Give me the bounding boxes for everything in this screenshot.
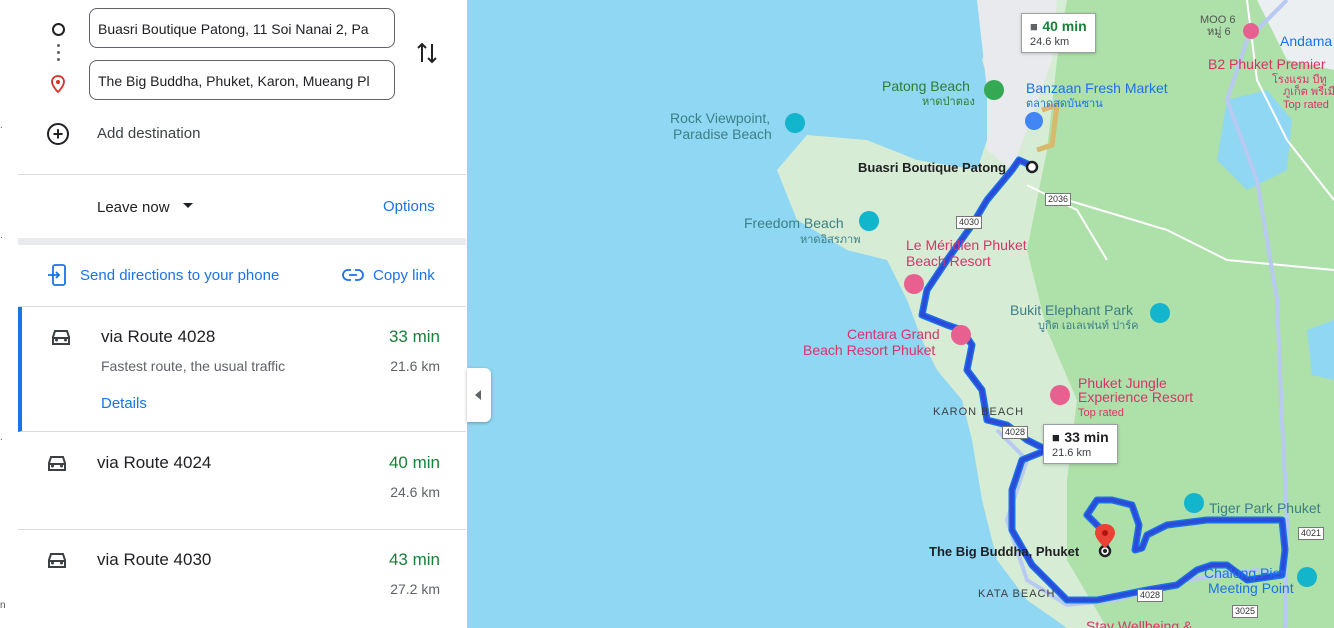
directions-panel: Buasri Boutique Patong, 11 Soi Nanai 2, … [18, 0, 466, 628]
car-icon [48, 456, 66, 471]
poi-label: หาดอิสรภาพ [800, 234, 861, 246]
route-description: Fastest route, the usual traffic [101, 358, 286, 374]
road-shield: 2036 [1045, 193, 1072, 206]
poi-label: Beach Resort [906, 253, 991, 269]
poi-label: B2 Phuket Premier [1208, 56, 1326, 72]
divider [18, 174, 466, 175]
add-destination-icon[interactable]: + [47, 123, 69, 145]
route-duration: 40 min [388, 453, 440, 472]
camera-poi-icon [859, 211, 879, 231]
add-destination-label[interactable]: Add destination [97, 125, 200, 142]
main-route-distance: 21.6 km [1052, 447, 1092, 459]
route-duration: 43 min [388, 550, 440, 569]
poi-label: Freedom Beach [744, 215, 844, 231]
car-icon [52, 330, 70, 345]
route-option[interactable]: via Route 4024 40 min 24.6 km [18, 433, 466, 530]
options-link[interactable]: Options [383, 198, 435, 215]
route-distance: 24.6 km [390, 484, 440, 500]
poi-label: Paradise Beach [673, 126, 772, 142]
swap-icon[interactable] [416, 40, 438, 66]
camera-poi-icon [1150, 303, 1170, 323]
map-canvas[interactable] [467, 0, 1334, 628]
dropdown-caret-icon[interactable] [183, 203, 193, 208]
poi-label: Le Méridien Phuket [906, 237, 1027, 253]
poi-label: บูกิต เอเลเฟนท์ ปาร์ค [1038, 320, 1139, 332]
collapse-panel-button[interactable] [467, 368, 491, 422]
connector-dots-icon [57, 44, 60, 65]
area-label: หมู่ 6 [1207, 26, 1231, 38]
main-route-duration: 33 min [1064, 429, 1109, 445]
area-label: KATA BEACH [978, 588, 1056, 600]
section-divider [18, 238, 466, 245]
poi-label: Experience Resort [1078, 389, 1194, 405]
road-shield: 4028 [1137, 589, 1164, 602]
route-option[interactable]: via Route 4030 43 min 27.2 km [18, 530, 466, 628]
route-name: via Route 4028 [101, 327, 216, 346]
main-route-duration-box[interactable]: ■ 33 min 21.6 km [1043, 424, 1118, 464]
hotel-poi-icon [904, 274, 924, 294]
route-duration: 33 min [388, 327, 440, 346]
poi-label: หาดป่าตอง [922, 96, 975, 108]
poi-label: Meeting Point [1208, 580, 1294, 596]
camera-poi-icon [1297, 567, 1317, 587]
poi-label: Chalong Pier [1204, 565, 1285, 581]
poi-label: Tiger Park Phuket [1209, 500, 1321, 516]
route-distance: 21.6 km [390, 358, 440, 374]
origin-circle-icon [52, 23, 65, 36]
send-directions-link[interactable]: Send directions to your phone [80, 267, 279, 284]
alt-route-distance: 24.6 km [1030, 36, 1070, 48]
destination-input[interactable]: The Big Buddha, Phuket, Karon, Mueang Pl [89, 60, 395, 100]
area-label: KARON BEACH [933, 406, 1025, 418]
road-shield: 3025 [1232, 605, 1259, 618]
road-shield: 4028 [1002, 426, 1029, 439]
poi-label: ตลาดสดบันซาน [1026, 98, 1103, 110]
origin-map-label: Buasri Boutique Patong [858, 160, 1007, 175]
route-option-selected[interactable]: via Route 4028 33 min Fastest route, the… [18, 307, 466, 432]
poi-label: Rock Viewpoint, [670, 110, 771, 126]
send-to-phone-icon[interactable] [48, 264, 66, 286]
poi-label: Top rated [1078, 407, 1124, 419]
road-shield: 4030 [956, 216, 983, 229]
map-view[interactable]: MOO 6 หมู่ 6 Andama B2 Phuket Premier โร… [467, 0, 1334, 628]
link-icon[interactable] [342, 268, 364, 282]
poi-label: Stay Wellbeing & [1086, 618, 1193, 628]
beach-poi-icon [951, 325, 971, 345]
market-poi-icon [1025, 112, 1043, 130]
alt-route-duration-box[interactable]: ■ 40 min 24.6 km [1021, 13, 1096, 53]
road-shield: 4021 [1298, 527, 1325, 540]
alt-route-duration: 40 min [1042, 18, 1087, 34]
origin-marker [1025, 160, 1039, 174]
route-name: via Route 4024 [97, 453, 212, 472]
route-distance: 27.2 km [390, 581, 440, 597]
car-icon: ■ [1030, 19, 1038, 34]
destination-pin-icon [51, 75, 65, 93]
poi-label: Beach Resort Phuket [803, 342, 936, 358]
poi-label: Top rated [1283, 99, 1329, 111]
route-name: via Route 4030 [97, 550, 212, 569]
beach-poi-icon [1050, 385, 1070, 405]
left-edge-strip: ...n [0, 0, 19, 628]
hotel-poi-icon [1243, 23, 1259, 39]
car-icon: ■ [1052, 430, 1060, 445]
beach-poi-icon [984, 80, 1004, 100]
poi-label: Andama [1280, 33, 1333, 49]
car-icon [48, 553, 66, 568]
destination-map-label: The Big Buddha, Phuket [929, 544, 1080, 559]
camera-poi-icon [785, 113, 805, 133]
poi-label: Centara Grand [847, 326, 940, 342]
leave-now-dropdown[interactable]: Leave now [97, 199, 170, 216]
poi-label: Bukit Elephant Park [1010, 302, 1133, 318]
origin-input[interactable]: Buasri Boutique Patong, 11 Soi Nanai 2, … [89, 8, 395, 48]
poi-label: Patong Beach [882, 78, 970, 94]
details-link[interactable]: Details [101, 395, 147, 412]
poi-label: Banzaan Fresh Market [1026, 80, 1168, 96]
copy-link-button[interactable]: Copy link [373, 267, 435, 284]
camera-poi-icon [1184, 493, 1204, 513]
